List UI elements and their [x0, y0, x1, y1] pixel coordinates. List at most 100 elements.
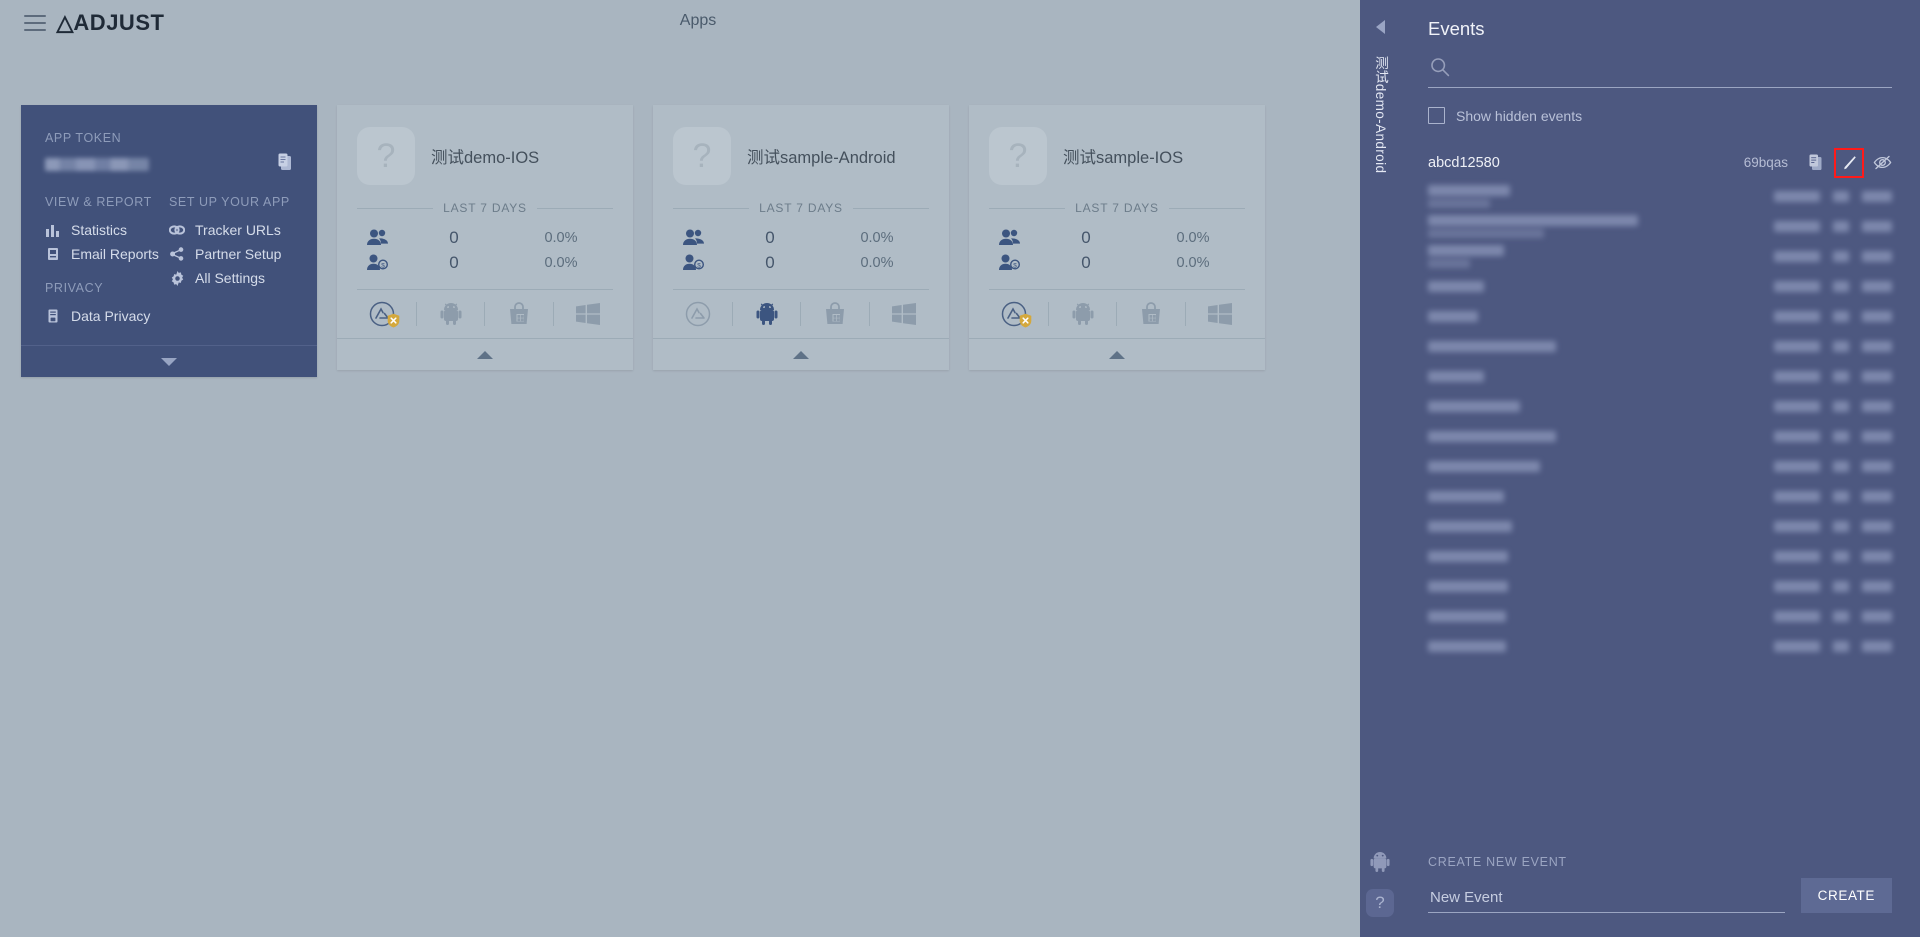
event-row[interactable]: [1428, 301, 1892, 331]
app-card-expand-toggle[interactable]: [969, 338, 1265, 370]
event-name: [1428, 640, 1506, 652]
period-label-row: LAST 7 DAYS: [337, 195, 633, 215]
windows-icon[interactable]: [571, 299, 605, 329]
clipboard-icon[interactable]: [277, 153, 295, 173]
app-placeholder-icon: ?: [357, 127, 415, 185]
android-icon[interactable]: [434, 299, 468, 329]
event-actions: [1774, 520, 1892, 532]
eye-slash-icon[interactable]: [1872, 153, 1892, 173]
period-label-row: LAST 7 DAYS: [969, 195, 1265, 215]
event-name: [1428, 184, 1510, 208]
setup-column: SET UP YOUR APP Tracker URLs Partner Set…: [169, 195, 293, 329]
event-row[interactable]: [1428, 511, 1892, 541]
sidebar-item-label: Partner Setup: [195, 246, 282, 262]
app-card[interactable]: ? 测试sample-IOS LAST 7 DAYS 0 0.0% $ 0 0.…: [969, 105, 1265, 370]
app-placeholder-icon: ?: [989, 127, 1047, 185]
token-card-collapse-toggle[interactable]: [21, 345, 317, 377]
view-report-label: VIEW & REPORT: [45, 195, 152, 209]
divider: [732, 302, 734, 326]
event-row[interactable]: [1428, 391, 1892, 421]
event-name: [1428, 550, 1508, 562]
link-icon: [169, 222, 185, 238]
event-row[interactable]: [1428, 361, 1892, 391]
app-card-expand-toggle[interactable]: [337, 338, 633, 370]
event-actions: [1806, 147, 1892, 178]
event-row[interactable]: [1428, 571, 1892, 601]
gear-icon: [169, 270, 185, 286]
stat-row-users: 0 0.0%: [357, 225, 613, 250]
app-card-expand-toggle[interactable]: [653, 338, 949, 370]
events-title: Events: [1428, 18, 1485, 39]
chevron-up-icon: [793, 350, 809, 359]
edit-pencil-icon[interactable]: [1834, 147, 1864, 178]
event-row[interactable]: [1428, 181, 1892, 211]
windows-store-icon[interactable]: [1134, 299, 1168, 329]
app-card[interactable]: ? 测试demo-IOS LAST 7 DAYS 0 0.0% $ 0 0.0%: [337, 105, 633, 370]
sidebar-item-partner-setup[interactable]: Partner Setup: [169, 243, 293, 267]
sidebar-item-email-reports[interactable]: Email Reports: [45, 243, 169, 267]
event-row[interactable]: [1428, 241, 1892, 271]
users-icon: [357, 229, 399, 246]
sidebar-item-label: Tracker URLs: [195, 222, 281, 238]
show-hidden-events-label: Show hidden events: [1456, 107, 1583, 124]
event-row[interactable]: [1428, 331, 1892, 361]
event-name: [1428, 580, 1508, 592]
event-row[interactable]: [1428, 421, 1892, 451]
event-row[interactable]: [1428, 541, 1892, 571]
event-row[interactable]: [1428, 211, 1892, 241]
chevron-down-icon: [161, 357, 177, 366]
divider: [1048, 302, 1050, 326]
event-row[interactable]: [1428, 631, 1892, 661]
divider-line: [852, 207, 930, 209]
app-stats: 0 0.0% $ 0 0.0%: [969, 215, 1265, 283]
sidebar-item-label: Email Reports: [71, 246, 159, 262]
sidebar-item-data-privacy[interactable]: Data Privacy: [45, 305, 169, 329]
event-row[interactable]: [1428, 601, 1892, 631]
chevron-left-icon[interactable]: [1375, 20, 1385, 34]
sidebar-item-label: Data Privacy: [71, 308, 151, 324]
app-card[interactable]: ? 测试sample-Android LAST 7 DAYS 0 0.0% $ …: [653, 105, 949, 370]
stat-row-paying-users: $ 0 0.0%: [673, 250, 929, 275]
sidebar-item-all-settings[interactable]: All Settings: [169, 267, 293, 291]
android-icon[interactable]: [1066, 299, 1100, 329]
divider: [1184, 302, 1186, 326]
sidebar-item-tracker-urls[interactable]: Tracker URLs: [169, 219, 293, 243]
show-hidden-events-checkbox[interactable]: Show hidden events: [1428, 107, 1892, 124]
create-button[interactable]: CREATE: [1800, 878, 1892, 913]
chevron-up-icon: [1109, 350, 1125, 359]
event-row[interactable]: abcd12580 69bqas: [1428, 144, 1892, 181]
windows-icon[interactable]: [1203, 299, 1237, 329]
svg-text:$: $: [697, 263, 701, 270]
windows-store-icon[interactable]: [502, 299, 536, 329]
event-row[interactable]: [1428, 451, 1892, 481]
new-event-input[interactable]: [1428, 882, 1785, 913]
search-input[interactable]: [1458, 54, 1892, 84]
event-name: [1428, 610, 1506, 622]
android-icon[interactable]: [1367, 849, 1393, 875]
paying-user-icon: $: [989, 254, 1031, 271]
event-actions: [1774, 640, 1892, 652]
event-row[interactable]: [1428, 271, 1892, 301]
windows-store-icon[interactable]: [818, 299, 852, 329]
stat-percent: 0.0%: [860, 229, 894, 246]
users-icon: [989, 229, 1031, 246]
period-label-row: LAST 7 DAYS: [653, 195, 949, 215]
android-icon[interactable]: [750, 299, 784, 329]
page-title: Apps: [679, 12, 717, 29]
event-name: abcd12580: [1428, 154, 1500, 171]
app-placeholder-icon[interactable]: ?: [1366, 889, 1394, 917]
platform-row: [357, 289, 613, 338]
stat-percent: 0.0%: [860, 254, 894, 271]
clipboard-icon[interactable]: [1806, 153, 1826, 173]
app-store-icon[interactable]: [681, 299, 715, 329]
app-store-icon[interactable]: [365, 299, 400, 329]
event-actions: [1774, 490, 1892, 502]
event-row[interactable]: [1428, 481, 1892, 511]
windows-icon[interactable]: [887, 299, 921, 329]
app-store-icon[interactable]: [997, 299, 1032, 329]
app-name: 测试sample-Android: [747, 149, 896, 167]
chevron-up-icon: [477, 350, 493, 359]
divider: [800, 302, 802, 326]
stat-row-users: 0 0.0%: [989, 225, 1245, 250]
sidebar-item-statistics[interactable]: Statistics: [45, 219, 169, 243]
